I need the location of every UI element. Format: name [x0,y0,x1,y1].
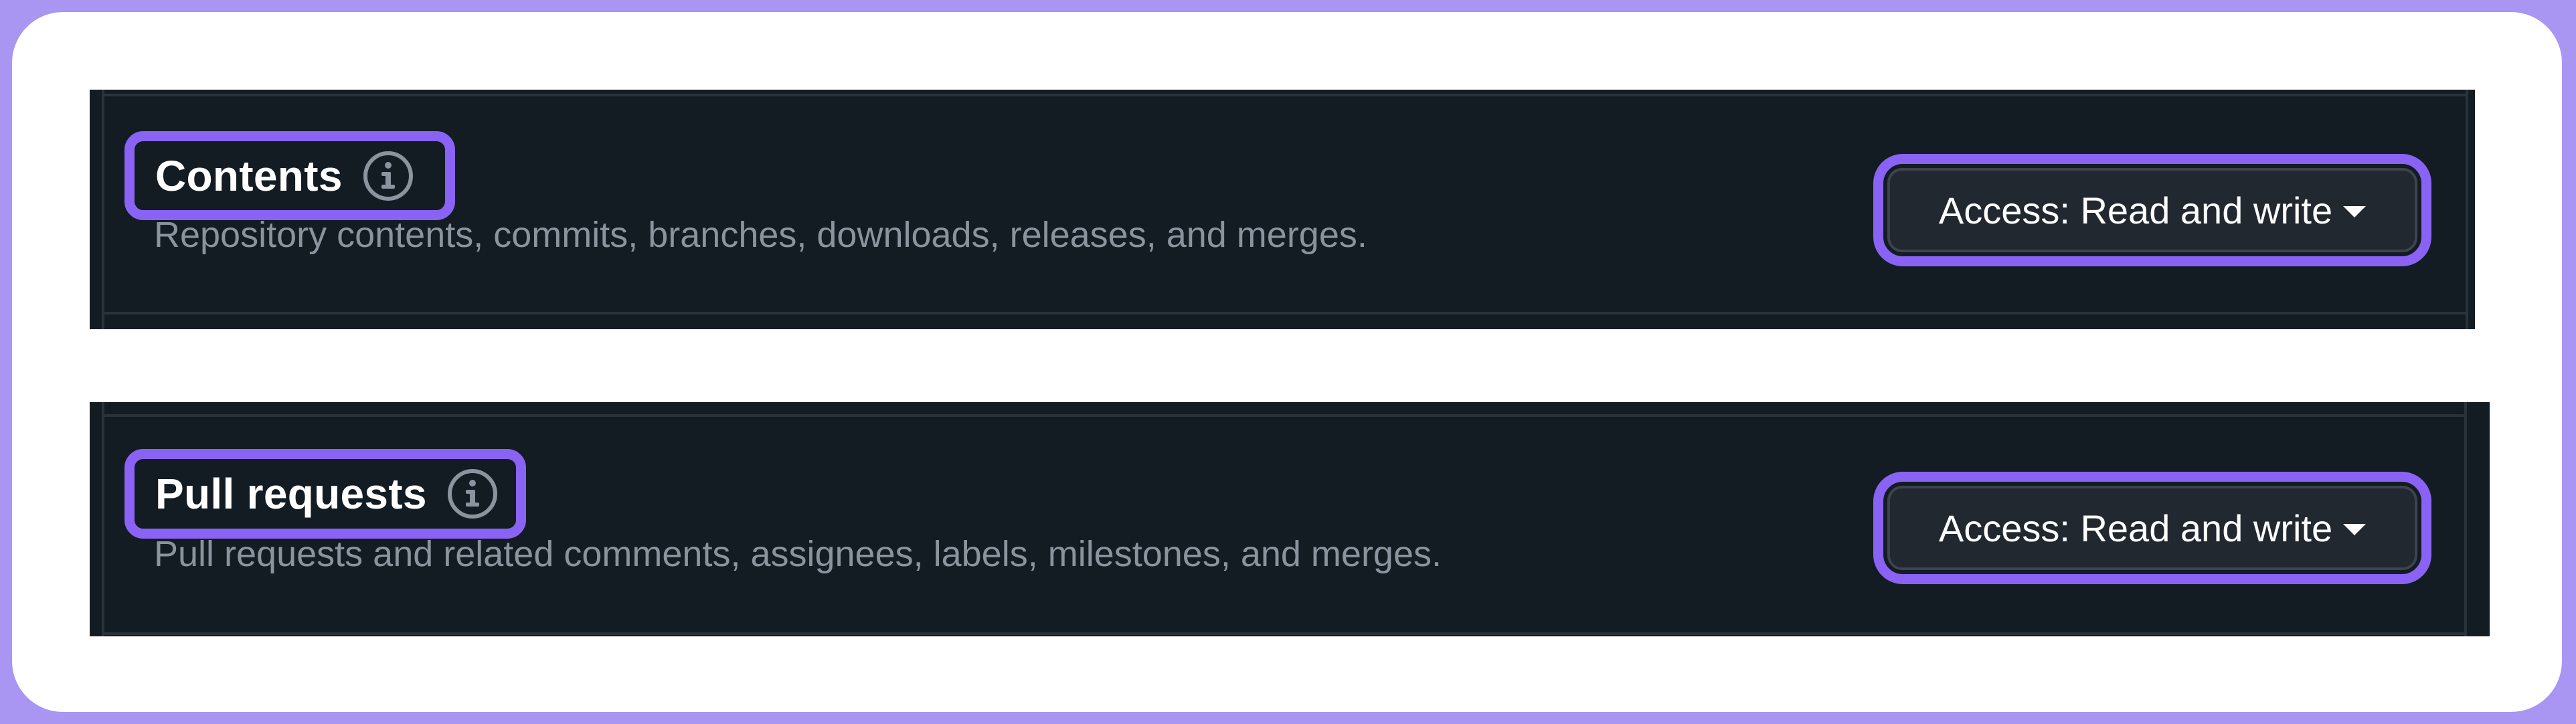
access-dropdown-highlight: Access: Read and write [1873,472,2431,584]
row-divider-top [102,94,2468,96]
info-icon[interactable] [447,468,498,519]
row-border-right [2464,402,2467,636]
access-dropdown-button[interactable]: Access: Read and write [1887,168,2417,252]
row-divider-bottom [102,632,2467,635]
access-dropdown-label: Access: Read and write [1938,189,2333,232]
caret-down-icon [2343,205,2367,217]
access-dropdown-highlight: Access: Read and write [1873,154,2431,266]
title-highlight: Pull requests [124,449,526,539]
permission-row-pull-requests: Pull requests Pull requests and related … [90,402,2490,636]
permission-title: Pull requests [155,470,427,518]
permission-description: Pull requests and related comments, assi… [154,534,1442,574]
access-dropdown-button[interactable]: Access: Read and write [1887,486,2417,570]
permission-description: Repository contents, commits, branches, … [154,215,1367,255]
access-dropdown-label: Access: Read and write [1938,507,2333,549]
caret-down-icon [2343,523,2367,535]
permission-row-contents: Contents Repository contents, commits, b… [90,90,2475,329]
row-border-right [2466,90,2468,329]
title-highlight: Contents [124,131,455,220]
row-border-left [102,90,104,329]
info-icon[interactable] [363,151,414,201]
permission-title: Contents [155,151,343,200]
row-divider-top [102,414,2467,417]
row-divider-bottom [102,312,2468,314]
row-border-left [102,402,104,636]
